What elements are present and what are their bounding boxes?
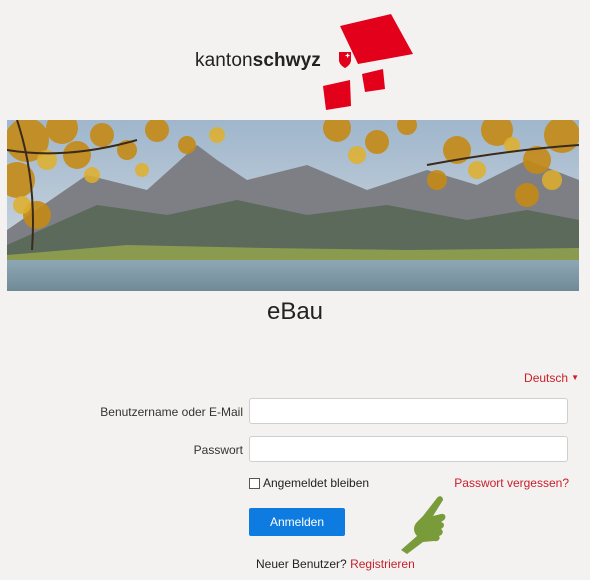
- remember-me-label: Angemeldet bleiben: [263, 476, 370, 490]
- language-label: Deutsch: [524, 371, 569, 385]
- red-squares-icon: [323, 14, 413, 110]
- username-input[interactable]: [249, 398, 568, 424]
- pointing-hand-icon: [401, 496, 446, 554]
- password-label: Passwort: [193, 443, 243, 457]
- register-link[interactable]: Registrieren: [350, 557, 415, 571]
- logo-wordmark: kantonschwyz: [195, 50, 321, 72]
- login-button[interactable]: Anmelden: [249, 508, 345, 536]
- forgot-password-link[interactable]: Passwort vergessen?: [454, 476, 569, 490]
- caret-down-icon: ▼: [571, 373, 579, 382]
- logo-text-light: kanton: [195, 50, 253, 71]
- username-label: Benutzername oder E-Mail: [100, 405, 243, 419]
- landscape-banner: [7, 120, 579, 291]
- remember-me-checkbox[interactable]: Angemeldet bleiben: [249, 476, 369, 490]
- register-prompt: Neuer Benutzer? Registrieren: [256, 557, 415, 571]
- logo-text-bold: schwyz: [252, 50, 321, 71]
- new-user-text: Neuer Benutzer?: [256, 557, 347, 571]
- header: kantonschwyz: [0, 0, 590, 120]
- password-input[interactable]: [249, 436, 568, 462]
- language-selector[interactable]: Deutsch ▼: [524, 371, 579, 385]
- checkbox-box[interactable]: [249, 477, 260, 489]
- page-title: eBau: [266, 298, 324, 325]
